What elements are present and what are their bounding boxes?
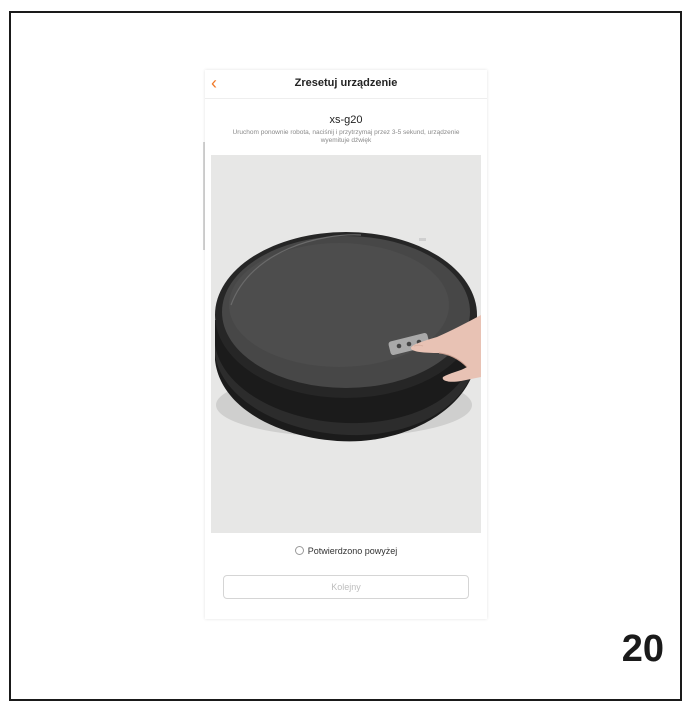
next-button[interactable]: Kolejny bbox=[223, 575, 469, 599]
confirm-checkbox[interactable]: Potwierdzono powyżej bbox=[205, 546, 487, 556]
device-name: xs-g20 bbox=[329, 114, 363, 126]
robot-reset-photo bbox=[211, 155, 481, 533]
radio-unchecked-icon[interactable] bbox=[294, 546, 304, 555]
phone-screen: ‹ Zresetuj urządzenie xs-g20 Uruchom pon… bbox=[205, 70, 487, 619]
page-number: 20 bbox=[621, 628, 664, 670]
confirm-label: Potwierdzono powyżej bbox=[307, 546, 398, 556]
reset-instruction: Uruchom ponownie robota, naciśnij i przy… bbox=[232, 129, 460, 144]
app-header: ‹ Zresetuj urządzenie bbox=[205, 70, 487, 99]
page-title: Zresetuj urządzenie bbox=[294, 77, 398, 89]
